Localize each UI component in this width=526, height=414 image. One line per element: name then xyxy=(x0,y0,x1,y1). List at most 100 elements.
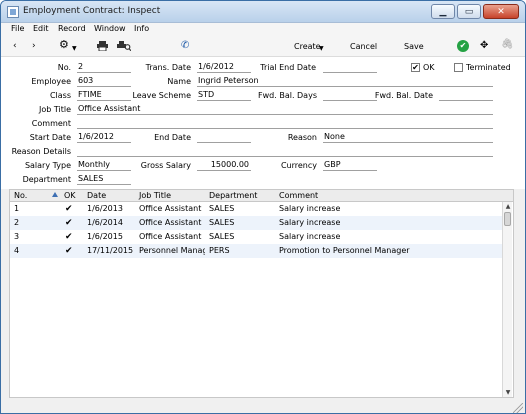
cancel-button[interactable]: Cancel xyxy=(350,42,377,51)
resize-grip-icon[interactable] xyxy=(513,403,523,413)
status-bar xyxy=(1,399,525,413)
gross-salary-label: Gross Salary xyxy=(140,161,191,170)
leave-scheme-label: Leave Scheme xyxy=(132,91,191,100)
print-preview-icon[interactable] xyxy=(117,41,132,55)
gear-menu-chevron-icon[interactable]: ▼ xyxy=(72,43,77,54)
col-date-header[interactable]: Date xyxy=(87,191,106,201)
gross-salary-field[interactable]: 15000.00 xyxy=(197,160,251,171)
class-field[interactable]: FTIME xyxy=(77,90,131,101)
trans-date-field[interactable]: 1/6/2012 xyxy=(197,62,251,73)
maximize-icon: ▭ xyxy=(464,7,474,17)
leave-scheme-field[interactable]: STD xyxy=(197,90,251,101)
row-comment: Salary increase xyxy=(279,218,341,227)
fwd-bal-date-field[interactable] xyxy=(439,90,493,101)
salary-type-field[interactable]: Monthly xyxy=(77,160,131,171)
trial-end-date-field[interactable] xyxy=(323,62,377,73)
no-field[interactable]: 2 xyxy=(77,62,131,73)
employment-contract-window: Employment Contract: Inspect ▁ ▭ ✕ File … xyxy=(0,0,526,414)
row-job-title: Office Assistant xyxy=(139,232,202,241)
scroll-down-arrow-icon[interactable]: ▼ xyxy=(504,389,512,397)
row-no: 1 xyxy=(14,204,20,213)
contract-header-form: No. 2 Trans. Date 1/6/2012 Trial End Dat… xyxy=(1,57,525,189)
employee-field[interactable]: 603 xyxy=(77,76,131,87)
job-title-field[interactable]: Office Assistant xyxy=(77,104,493,115)
save-button[interactable]: Save xyxy=(404,42,424,51)
phone-icon[interactable]: ✆ xyxy=(181,40,189,51)
job-title-label: Job Title xyxy=(38,105,71,114)
table-row[interactable]: 3 ✔ 1/6/2015 Office Assistant SALES Sala… xyxy=(10,230,503,244)
sort-ascending-icon[interactable] xyxy=(52,192,58,197)
fwd-bal-days-label: Fwd. Bal. Days xyxy=(258,91,317,100)
printer-icon[interactable] xyxy=(97,41,108,55)
reason-details-field[interactable] xyxy=(77,146,493,157)
comment-field[interactable] xyxy=(77,118,493,129)
table-row[interactable]: 1 ✔ 1/6/2013 Office Assistant SALES Sala… xyxy=(10,202,503,216)
row-no: 4 xyxy=(14,246,20,255)
menu-record[interactable]: Record xyxy=(58,24,86,33)
trans-date-label: Trans. Date xyxy=(145,63,191,72)
salary-type-label: Salary Type xyxy=(24,161,71,170)
ok-label: OK xyxy=(423,63,435,72)
row-no: 2 xyxy=(14,218,20,227)
row-date: 1/6/2015 xyxy=(87,232,123,241)
menu-file[interactable]: File xyxy=(11,24,24,33)
row-date: 17/11/2015 xyxy=(87,246,134,255)
row-no: 3 xyxy=(14,232,20,241)
department-field[interactable]: SALES xyxy=(77,174,131,185)
row-department: SALES xyxy=(209,232,235,241)
reason-field[interactable]: None xyxy=(323,132,493,143)
app-window-icon xyxy=(7,6,19,18)
name-field[interactable]: Ingrid Peterson xyxy=(197,76,493,87)
back-arrow-icon[interactable]: ‹ xyxy=(13,41,17,52)
row-comment: Promotion to Personnel Manager xyxy=(279,246,410,255)
no-label: No. xyxy=(57,63,71,72)
toolbar: ‹ › ⚙ ▼ ✆ Create ▼ Cancel Save ✔ ✥ 🖇 xyxy=(1,36,525,57)
row-job-title: Office Assistant xyxy=(139,204,202,213)
col-no-header[interactable]: No. xyxy=(14,191,27,201)
history-grid: No. OK Date Job Title Department Comment… xyxy=(9,189,514,398)
end-date-label: End Date xyxy=(154,133,191,142)
col-job-title-header[interactable]: Job Title xyxy=(139,191,171,201)
paperclip-icon[interactable]: 🖇 xyxy=(501,39,514,50)
create-chevron-icon[interactable]: ▼ xyxy=(319,43,324,54)
name-label: Name xyxy=(167,77,191,86)
scrollbar-thumb[interactable] xyxy=(504,212,511,226)
terminated-checkbox[interactable] xyxy=(454,63,463,72)
start-date-field[interactable]: 1/6/2012 xyxy=(77,132,131,143)
close-icon: ✕ xyxy=(497,7,505,17)
create-button[interactable]: Create xyxy=(294,42,321,51)
row-comment: Salary increase xyxy=(279,204,341,213)
green-check-circle-icon[interactable]: ✔ xyxy=(457,40,469,52)
currency-field[interactable]: GBP xyxy=(323,160,377,171)
fwd-bal-date-label: Fwd. Bal. Date xyxy=(374,91,433,100)
trial-end-date-label: Trial End Date xyxy=(260,63,316,72)
grid-vertical-scrollbar[interactable]: ▲ ▼ xyxy=(502,202,512,397)
table-row[interactable]: 4 ✔ 17/11/2015 Personnel Manag… PERS Pro… xyxy=(10,244,503,258)
gear-icon[interactable]: ⚙ xyxy=(59,39,69,50)
maximize-button[interactable]: ▭ xyxy=(457,4,481,19)
scroll-up-arrow-icon[interactable]: ▲ xyxy=(504,203,512,211)
col-department-header[interactable]: Department xyxy=(209,191,257,201)
fwd-bal-days-field[interactable] xyxy=(323,90,377,101)
close-button[interactable]: ✕ xyxy=(483,4,519,19)
menu-info[interactable]: Info xyxy=(134,24,149,33)
end-date-field[interactable] xyxy=(197,132,251,143)
col-comment-header[interactable]: Comment xyxy=(279,191,318,201)
comment-label: Comment xyxy=(31,119,71,128)
currency-label: Currency xyxy=(280,161,317,170)
table-row[interactable]: 2 ✔ 1/6/2014 Office Assistant SALES Sala… xyxy=(10,216,503,230)
expand-icon[interactable]: ✥ xyxy=(480,40,488,51)
row-ok-check-icon: ✔ xyxy=(65,232,73,242)
row-department: SALES xyxy=(209,204,235,213)
minimize-button[interactable]: ▁ xyxy=(431,4,455,19)
forward-arrow-icon[interactable]: › xyxy=(32,41,36,52)
col-ok-header[interactable]: OK xyxy=(64,191,76,201)
ok-checkbox[interactable]: ✔ xyxy=(411,63,420,72)
menu-window[interactable]: Window xyxy=(94,24,126,33)
menu-bar: File Edit Record Window Info xyxy=(1,23,525,36)
minimize-icon: ▁ xyxy=(439,7,447,17)
start-date-label: Start Date xyxy=(29,133,71,142)
grid-header: No. OK Date Job Title Department Comment xyxy=(10,190,513,202)
row-ok-check-icon: ✔ xyxy=(65,218,73,228)
menu-edit[interactable]: Edit xyxy=(33,24,49,33)
